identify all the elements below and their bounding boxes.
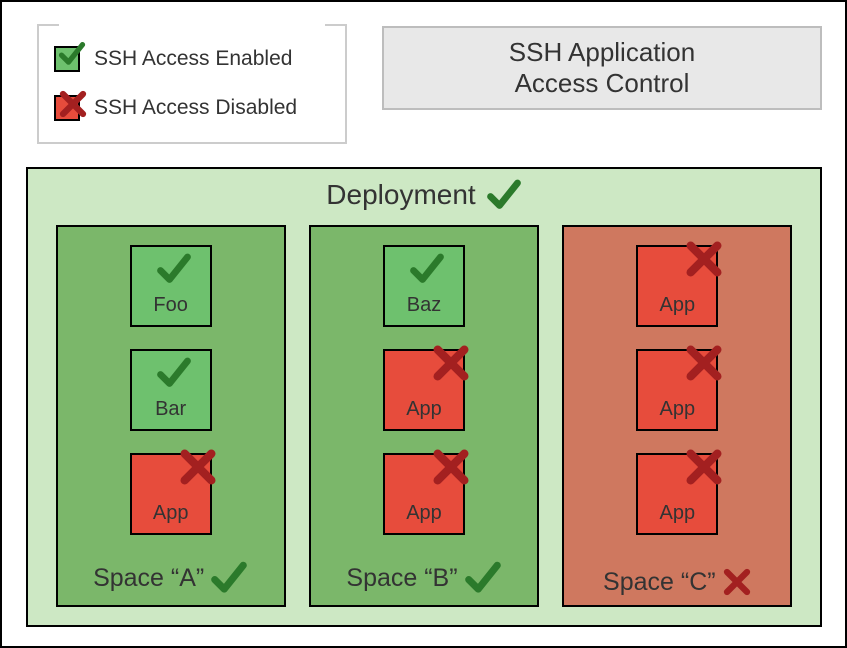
legend-disabled-label: SSH Access Disabled bbox=[94, 96, 297, 120]
cross-icon bbox=[722, 567, 752, 597]
deployment-header: Deployment bbox=[28, 177, 820, 213]
app-box: App bbox=[383, 349, 465, 431]
space-name: Space “C” bbox=[603, 568, 716, 597]
legend-enabled-label: SSH Access Enabled bbox=[94, 47, 292, 71]
title-line2: Access Control bbox=[515, 68, 690, 99]
app-label: App bbox=[660, 294, 696, 317]
app-label: App bbox=[660, 502, 696, 525]
space-name: Space “A” bbox=[93, 564, 204, 593]
app-label: App bbox=[406, 398, 442, 421]
app-box: App bbox=[636, 349, 718, 431]
space-name: Space “B” bbox=[346, 564, 457, 593]
cross-icon bbox=[58, 89, 88, 119]
deployment-label: Deployment bbox=[326, 179, 475, 211]
check-icon bbox=[156, 251, 192, 287]
app-label: Bar bbox=[155, 398, 186, 421]
diagram-canvas: SSH Access Enabled SSH Access Disabled S… bbox=[0, 0, 847, 648]
legend-row-disabled: SSH Access Disabled bbox=[54, 95, 330, 121]
cross-icon bbox=[684, 343, 724, 383]
app-label: Baz bbox=[407, 294, 441, 317]
legend-enabled-box bbox=[54, 46, 80, 72]
app-box: App bbox=[130, 453, 212, 535]
cross-icon bbox=[684, 239, 724, 279]
cross-icon bbox=[431, 447, 471, 487]
cross-icon bbox=[684, 447, 724, 487]
app-label: App bbox=[660, 398, 696, 421]
space-label: Space “C” bbox=[564, 567, 790, 597]
space: Baz App App Space “B” bbox=[309, 225, 539, 607]
app-box: Foo bbox=[130, 245, 212, 327]
check-icon bbox=[486, 177, 522, 213]
app-box: App bbox=[636, 245, 718, 327]
space-label: Space “A” bbox=[58, 559, 284, 597]
check-icon bbox=[210, 559, 248, 597]
app-box: Bar bbox=[130, 349, 212, 431]
app-label: App bbox=[153, 502, 189, 525]
check-icon bbox=[156, 355, 192, 391]
app-box: App bbox=[636, 453, 718, 535]
check-icon bbox=[409, 251, 445, 287]
check-icon bbox=[464, 559, 502, 597]
space-label: Space “B” bbox=[311, 559, 537, 597]
app-box: Baz bbox=[383, 245, 465, 327]
app-label: Foo bbox=[153, 294, 187, 317]
legend-disabled-box bbox=[54, 95, 80, 121]
cross-icon bbox=[431, 343, 471, 383]
title-line1: SSH Application bbox=[509, 37, 695, 68]
legend-row-enabled: SSH Access Enabled bbox=[54, 46, 330, 72]
space: App App App Space “C” bbox=[562, 225, 792, 607]
cross-icon bbox=[178, 447, 218, 487]
app-box: App bbox=[383, 453, 465, 535]
spaces-row: Foo Bar App Space “A” Baz App App Space … bbox=[28, 225, 820, 607]
title-box: SSH Application Access Control bbox=[382, 26, 822, 110]
legend: SSH Access Enabled SSH Access Disabled bbox=[37, 24, 347, 144]
deployment-container: Deployment Foo Bar App Space “A” Baz App… bbox=[26, 167, 822, 627]
app-label: App bbox=[406, 502, 442, 525]
space: Foo Bar App Space “A” bbox=[56, 225, 286, 607]
check-icon bbox=[58, 40, 86, 68]
